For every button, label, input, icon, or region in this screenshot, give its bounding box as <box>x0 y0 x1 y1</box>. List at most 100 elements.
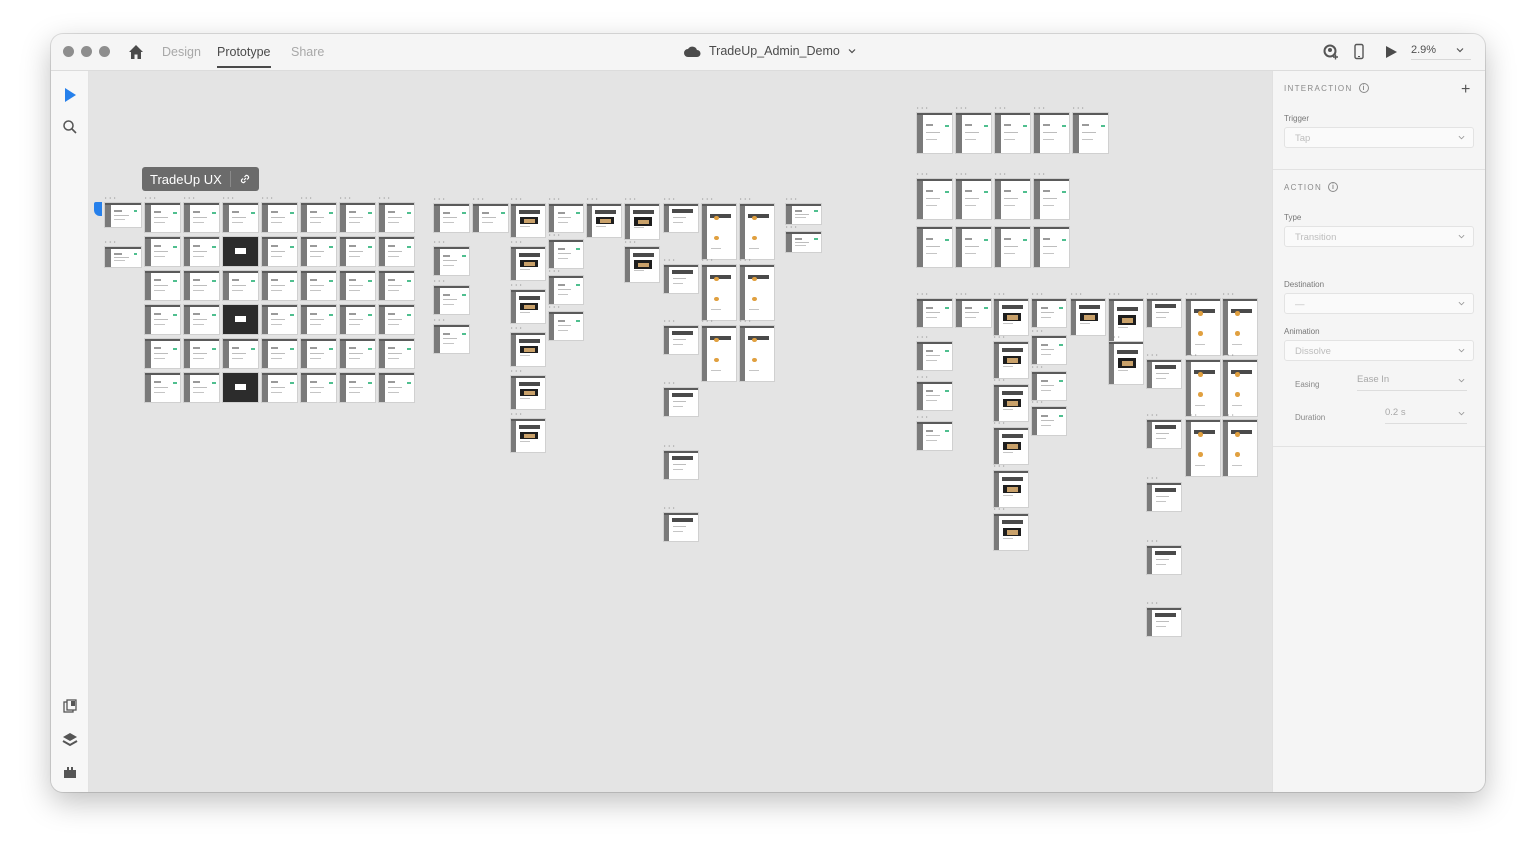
artboard-label[interactable]: • • • <box>664 380 675 386</box>
artboard-label[interactable]: • • • <box>511 368 522 374</box>
artboard-thumbnail[interactable] <box>956 113 991 153</box>
artboard-label[interactable]: • • • <box>995 105 1006 111</box>
artboard-thumbnail[interactable] <box>664 513 698 541</box>
artboard-label[interactable]: • • • <box>917 291 928 297</box>
play-icon[interactable] <box>1382 43 1400 61</box>
artboard-thumbnail[interactable] <box>301 373 336 402</box>
artboard-label[interactable]: • • • <box>702 196 713 202</box>
artboard-thumbnail[interactable] <box>1032 299 1066 327</box>
artboard-thumbnail[interactable] <box>549 240 583 268</box>
artboard-label[interactable]: • • • <box>956 291 967 297</box>
artboard-thumbnail[interactable] <box>1034 227 1069 267</box>
add-interaction-button[interactable]: + <box>1461 81 1470 99</box>
artboard-label[interactable]: • • • <box>664 196 675 202</box>
artboard-label[interactable]: • • • <box>664 318 675 324</box>
artboard-thumbnail[interactable] <box>1034 113 1069 153</box>
artboard-thumbnail[interactable] <box>223 305 258 334</box>
artboard-label[interactable]: • • • <box>1034 105 1045 111</box>
artboard-thumbnail[interactable] <box>1032 407 1066 435</box>
artboard-thumbnail[interactable] <box>740 326 774 381</box>
artboard-thumbnail[interactable] <box>956 179 991 219</box>
artboard-label[interactable]: • • • <box>917 171 928 177</box>
artboard-thumbnail[interactable] <box>340 305 375 334</box>
artboard-label[interactable]: • • • <box>1073 105 1084 111</box>
artboard-thumbnail[interactable] <box>995 227 1030 267</box>
artboard-label[interactable]: • • • <box>549 232 560 238</box>
artboard-thumbnail[interactable] <box>434 325 469 353</box>
trigger-dropdown[interactable]: Tap <box>1284 127 1474 148</box>
artboard-thumbnail[interactable] <box>994 514 1028 550</box>
artboard-thumbnail[interactable] <box>664 204 698 232</box>
artboard-label[interactable]: • • • <box>786 196 797 202</box>
artboard-label[interactable]: • • • <box>917 414 928 420</box>
artboard-thumbnail[interactable] <box>379 237 414 266</box>
artboard-thumbnail[interactable] <box>917 342 952 370</box>
artboard-label[interactable]: • • • <box>625 239 636 245</box>
artboard-label[interactable]: • • • <box>1223 352 1234 358</box>
type-dropdown[interactable]: Transition <box>1284 226 1474 247</box>
artboard-thumbnail[interactable] <box>511 204 545 237</box>
artboard-label[interactable]: • • • <box>1032 399 1043 405</box>
artboard-thumbnail[interactable] <box>511 290 545 323</box>
artboard-thumbnail[interactable] <box>1032 372 1066 400</box>
artboard-thumbnail[interactable] <box>917 227 952 267</box>
artboard-label[interactable]: • • • <box>184 195 195 201</box>
link-icon[interactable] <box>239 173 251 185</box>
artboard-label[interactable]: • • • <box>1186 352 1197 358</box>
artboard-label[interactable]: • • • <box>340 195 351 201</box>
artboard-thumbnail[interactable] <box>434 286 469 314</box>
zoom-dropdown-chevron-icon[interactable] <box>1455 45 1465 55</box>
layers-icon[interactable] <box>61 731 79 749</box>
artboard-thumbnail[interactable] <box>184 339 219 368</box>
artboard-label[interactable]: • • • <box>1147 538 1158 544</box>
artboard-label[interactable]: • • • <box>994 334 1005 340</box>
artboard-thumbnail[interactable] <box>1186 420 1220 476</box>
artboard-thumbnail[interactable] <box>917 382 952 410</box>
artboard-thumbnail[interactable] <box>223 203 258 232</box>
artboard-label[interactable]: • • • <box>223 195 234 201</box>
artboard-label[interactable]: • • • <box>1147 291 1158 297</box>
artboard-thumbnail[interactable] <box>956 299 991 327</box>
artboard-thumbnail[interactable] <box>379 305 414 334</box>
maximize-window-button[interactable] <box>99 46 110 57</box>
artboard-thumbnail[interactable] <box>184 305 219 334</box>
minimize-window-button[interactable] <box>81 46 92 57</box>
artboard-label[interactable]: • • • <box>995 171 1006 177</box>
flow-start-label[interactable]: TradeUp UX <box>142 167 259 191</box>
artboard-thumbnail[interactable] <box>511 376 545 409</box>
artboard-label[interactable]: • • • <box>1032 328 1043 334</box>
artboard-label[interactable]: • • • <box>549 196 560 202</box>
artboard-thumbnail[interactable] <box>1147 608 1181 636</box>
mobile-preview-icon[interactable] <box>1350 43 1368 61</box>
artboard-label[interactable]: • • • <box>1032 364 1043 370</box>
artboard-thumbnail[interactable] <box>1032 336 1066 364</box>
artboard-label[interactable]: • • • <box>511 282 522 288</box>
artboard-label[interactable]: • • • <box>262 195 273 201</box>
artboard-thumbnail[interactable] <box>379 203 414 232</box>
artboard-label[interactable]: • • • <box>664 443 675 449</box>
easing-dropdown[interactable]: Ease In <box>1357 374 1467 391</box>
artboard-label[interactable]: • • • <box>664 505 675 511</box>
artboard-thumbnail[interactable] <box>340 339 375 368</box>
artboard-label[interactable]: • • • <box>1147 475 1158 481</box>
artboard-thumbnail[interactable] <box>184 203 219 232</box>
artboard-thumbnail[interactable] <box>379 339 414 368</box>
tab-share[interactable]: Share <box>291 45 324 59</box>
artboard-thumbnail[interactable] <box>145 203 180 232</box>
artboard-thumbnail[interactable] <box>473 204 508 232</box>
artboard-thumbnail[interactable] <box>1223 299 1257 355</box>
artboard-thumbnail[interactable] <box>1071 299 1105 335</box>
artboard-thumbnail[interactable] <box>262 271 297 300</box>
artboard-label[interactable]: • • • <box>786 224 797 230</box>
artboard-thumbnail[interactable] <box>740 265 774 320</box>
artboard-label[interactable]: • • • <box>105 239 116 245</box>
destination-dropdown[interactable]: — <box>1284 293 1474 314</box>
artboard-label[interactable]: • • • <box>1186 412 1197 418</box>
artboard-thumbnail[interactable] <box>1147 546 1181 574</box>
artboard-thumbnail[interactable] <box>664 451 698 479</box>
artboard-thumbnail[interactable] <box>301 237 336 266</box>
artboard-thumbnail[interactable] <box>917 422 952 450</box>
artboard-thumbnail[interactable] <box>587 204 621 237</box>
artboard-thumbnail[interactable] <box>262 373 297 402</box>
artboard-thumbnail[interactable] <box>786 204 821 224</box>
